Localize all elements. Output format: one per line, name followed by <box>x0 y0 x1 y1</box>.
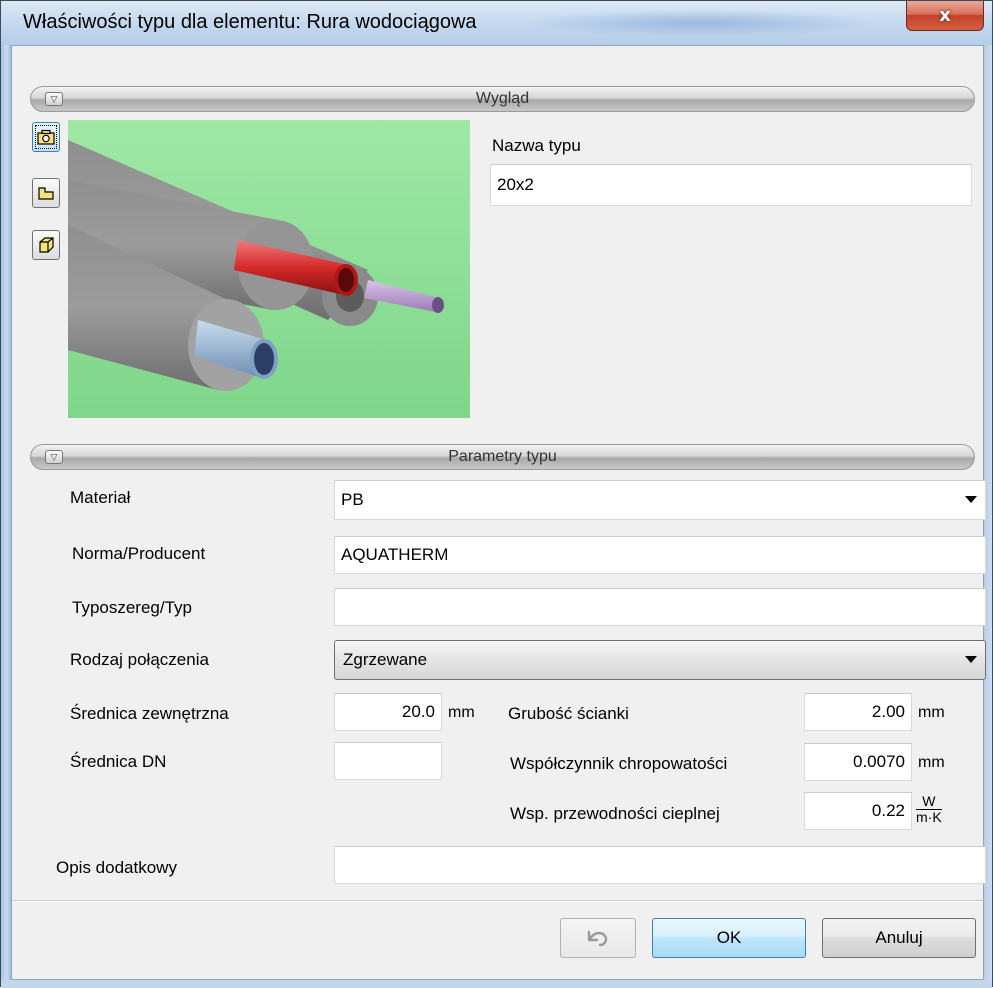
pipe-preview-image <box>68 120 470 418</box>
material-value: PB <box>341 490 364 509</box>
dn-diameter-field[interactable] <box>334 742 442 780</box>
roughness-value: 0.0070 <box>853 752 905 771</box>
outer-diameter-value: 20.0 <box>401 702 435 721</box>
conductivity-field[interactable]: 0.22 <box>804 792 912 830</box>
type-name-field[interactable]: 20x2 <box>490 164 972 206</box>
dialog-client-area: ▽ Wygląd Nazwa typu 20x2 ▽ Parametry typ… <box>11 45 986 980</box>
wall-thickness-field[interactable]: 2.00 <box>804 693 912 731</box>
connection-value: Zgrzewane <box>343 650 428 669</box>
parameters-section-title: Parametry typu <box>448 448 557 465</box>
close-button[interactable]: x <box>906 1 984 31</box>
series-field[interactable] <box>334 588 986 626</box>
norm-field[interactable]: AQUATHERM <box>334 536 986 574</box>
cancel-button[interactable]: Anuluj <box>822 918 976 958</box>
wall-thickness-label: Grubość ścianki <box>508 704 629 723</box>
cancel-button-label: Anuluj <box>875 928 923 947</box>
connection-select[interactable]: Zgrzewane <box>334 640 986 680</box>
roughness-unit: mm <box>918 754 945 771</box>
outer-diameter-field[interactable]: 20.0 <box>334 693 442 731</box>
ok-button[interactable]: OK <box>652 918 806 958</box>
ok-button-label: OK <box>716 928 742 947</box>
type-name-label: Nazwa typu <box>492 136 581 155</box>
appearance-section-title: Wygląd <box>475 90 530 107</box>
conductivity-unit-numerator: W <box>916 794 942 810</box>
dialog-window: Właściwości typu dla elementu: Rura wodo… <box>0 0 993 988</box>
wall-thickness-value: 2.00 <box>871 702 905 721</box>
title-bar[interactable]: Właściwości typu dla elementu: Rura wodo… <box>1 1 992 45</box>
chevron-down-icon <box>965 656 977 663</box>
camera-view-button[interactable] <box>32 122 60 152</box>
conductivity-value: 0.22 <box>871 801 905 820</box>
undo-icon <box>587 930 608 947</box>
3d-view-button[interactable] <box>32 230 60 260</box>
window-title: Właściwości typu dla elementu: Rura wodo… <box>23 11 477 33</box>
roughness-field[interactable]: 0.0070 <box>804 743 912 781</box>
dn-diameter-label: Średnica DN <box>70 752 167 771</box>
undo-button[interactable] <box>560 918 636 958</box>
folder-icon <box>38 187 54 200</box>
parameters-section-header[interactable]: ▽ Parametry typu <box>30 444 975 470</box>
connection-label: Rodzaj połączenia <box>70 650 209 669</box>
window-frame-left <box>1 45 11 987</box>
norm-label: Norma/Producent <box>72 544 206 563</box>
wall-thickness-unit: mm <box>918 704 945 721</box>
description-label: Opis dodatkowy <box>56 858 177 877</box>
close-icon: x <box>939 5 951 26</box>
conductivity-unit-denominator: m·K <box>916 809 942 825</box>
title-glow <box>521 9 881 37</box>
norm-value: AQUATHERM <box>341 545 449 564</box>
outer-diameter-label: Średnica zewnętrzna <box>70 704 229 723</box>
description-field[interactable] <box>334 846 986 884</box>
footer-separator <box>12 900 983 902</box>
conductivity-unit: W m·K <box>916 794 942 825</box>
roughness-label: Współczynnik chropowatości <box>510 754 728 773</box>
outer-diameter-unit: mm <box>448 704 475 721</box>
series-label: Typoszereg/Typ <box>72 598 193 617</box>
material-select[interactable]: PB <box>334 480 986 520</box>
cube-icon <box>39 237 54 253</box>
type-name-value: 20x2 <box>497 175 534 194</box>
camera-icon <box>37 129 55 145</box>
material-label: Materiał <box>70 488 131 507</box>
plan-view-button[interactable] <box>32 178 60 208</box>
conductivity-label: Wsp. przewodności cieplnej <box>510 804 720 823</box>
appearance-section-header[interactable]: ▽ Wygląd <box>30 86 975 112</box>
pipe-render <box>68 120 470 418</box>
chevron-down-icon <box>965 496 977 503</box>
